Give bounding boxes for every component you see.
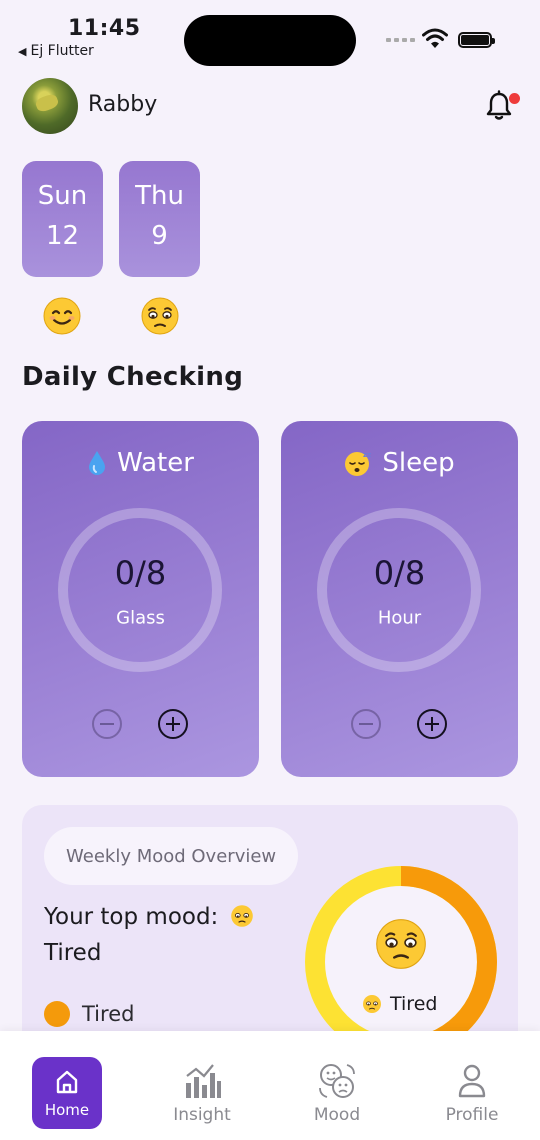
tired-emoji-icon: [230, 905, 253, 927]
home-icon: [56, 1070, 78, 1094]
droplet-icon: [89, 451, 106, 475]
legend-color-dot: [44, 1001, 70, 1027]
top-mood-prefix: Your top mood:: [44, 904, 219, 930]
sleep-decrement-button[interactable]: [351, 709, 381, 739]
notification-badge: [509, 93, 520, 104]
date-day: Sun: [37, 181, 88, 211]
water-increment-button[interactable]: [158, 709, 188, 739]
nav-home[interactable]: Home: [32, 1057, 102, 1129]
weekly-mood-pill[interactable]: Weekly Mood Overview: [44, 827, 299, 885]
top-mood-text: Your top mood: Tired: [44, 899, 304, 971]
donut-center-label: Tired: [362, 993, 437, 1015]
sleep-value: 0/8: [373, 554, 426, 592]
bottom-nav: Home Insight Mood Profile: [0, 1031, 540, 1140]
water-decrement-button[interactable]: [92, 709, 122, 739]
date-number: 9: [151, 221, 168, 251]
user-icon: [458, 1064, 486, 1098]
username: Rabby: [88, 92, 158, 117]
water-header: Water: [22, 448, 259, 478]
nav-insight-label: Insight: [173, 1105, 231, 1125]
top-mood-name: Tired: [44, 940, 102, 966]
sleep-tracker-card: zz Sleep 0/8 Hour: [281, 421, 518, 777]
nav-mood-label: Mood: [313, 1105, 361, 1125]
sleeping-face-icon: zz: [345, 451, 372, 476]
date-number: 12: [45, 221, 80, 251]
status-time: 11:45: [68, 16, 141, 41]
smile-emoji-icon: [43, 297, 81, 335]
status-bar: 11:45 ◀ Ej Flutter: [0, 0, 540, 70]
water-value: 0/8: [114, 554, 167, 592]
legend-label: Tired: [82, 1002, 135, 1026]
avatar[interactable]: [22, 78, 78, 134]
date-day: Thu: [135, 181, 184, 211]
sleep-increment-button[interactable]: [417, 709, 447, 739]
water-tracker-card: Water 0/8 Glass: [22, 421, 259, 777]
tired-emoji-icon: [376, 919, 426, 969]
mood-faces-icon: [319, 1064, 355, 1098]
section-title: Daily Checking: [22, 362, 244, 392]
nav-mood[interactable]: Mood: [297, 1057, 377, 1129]
wifi-icon: [422, 28, 448, 48]
minus-icon: [359, 722, 373, 726]
water-unit: Glass: [116, 607, 165, 629]
back-to-app-link[interactable]: ◀ Ej Flutter: [18, 43, 94, 59]
date-card-thu[interactable]: Thu 9: [119, 161, 200, 277]
sleep-unit: Hour: [377, 607, 422, 629]
bar-chart-icon: [186, 1064, 221, 1098]
nav-profile-label: Profile: [445, 1105, 499, 1125]
minus-icon: [100, 722, 114, 726]
tired-emoji-icon: [141, 297, 179, 335]
back-app-label: Ej Flutter: [30, 43, 94, 59]
nav-home-label: Home: [44, 1101, 90, 1119]
date-card-sun[interactable]: Sun 12: [22, 161, 103, 277]
dynamic-island: [184, 15, 356, 66]
tired-emoji-icon: [363, 995, 381, 1013]
back-triangle-icon: ◀: [18, 44, 27, 58]
svg-text:zz: zz: [363, 451, 371, 459]
donut-label-text: Tired: [390, 993, 438, 1015]
battery-icon: [458, 32, 495, 48]
nav-insight[interactable]: Insight: [162, 1057, 242, 1129]
water-label: Water: [117, 448, 194, 478]
cellular-signal-icon: [386, 38, 415, 42]
nav-profile[interactable]: Profile: [432, 1057, 512, 1129]
sleep-label: Sleep: [382, 448, 455, 478]
sleep-header: zz Sleep: [281, 448, 518, 478]
